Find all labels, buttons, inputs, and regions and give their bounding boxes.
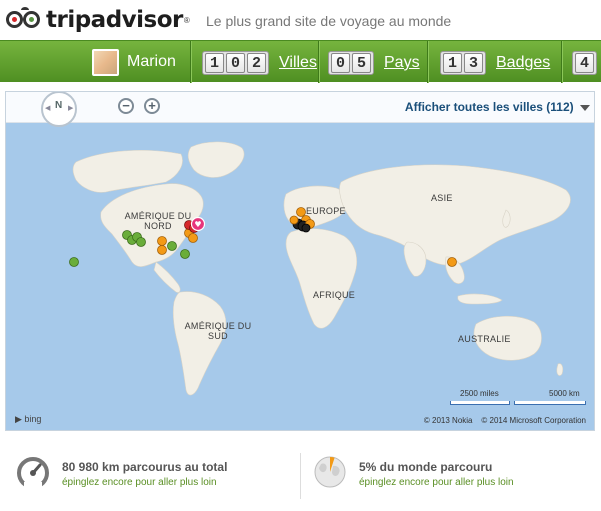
user-profile[interactable]: Marion bbox=[92, 47, 176, 77]
owl-icon bbox=[6, 7, 44, 33]
copyright-microsoft: © 2014 Microsoft Corporation bbox=[481, 416, 586, 425]
world-map[interactable]: ♥ bbox=[6, 92, 595, 431]
stat-countries[interactable]: 0 5 Pays bbox=[328, 50, 420, 76]
scale-km: 5000 km bbox=[549, 389, 580, 398]
world-percent-stat: 5% du monde parcouru épinglez encore pou… bbox=[313, 448, 598, 498]
south-america-landmass bbox=[172, 291, 227, 396]
map-toolbar: N ◀ ▶ − + Afficher toutes les villes (11… bbox=[6, 92, 594, 127]
divider bbox=[190, 41, 191, 83]
travel-map[interactable]: ♥ AMÉRIQUE DU NORD EUROPE ASIE AFRIQUE A… bbox=[5, 91, 595, 431]
indonesia-landmass bbox=[457, 293, 503, 305]
label-africa: AFRIQUE bbox=[313, 290, 356, 300]
footer-divider bbox=[300, 453, 301, 499]
distance-total: 80 980 km parcourus au total bbox=[62, 460, 228, 474]
zoom-out-button[interactable]: − bbox=[118, 98, 134, 114]
counter-digit: 1 bbox=[205, 53, 224, 73]
map-pin-green bbox=[180, 249, 190, 259]
label-australia: AUSTRALIE bbox=[458, 334, 511, 344]
map-pin-orange bbox=[157, 236, 167, 246]
avatar[interactable] bbox=[92, 48, 119, 76]
countries-link[interactable]: Pays bbox=[384, 54, 420, 72]
asia-landmass bbox=[339, 164, 571, 266]
counter-digit: 0 bbox=[226, 53, 245, 73]
map-pin-green bbox=[69, 257, 79, 267]
badges-link[interactable]: Badges bbox=[496, 54, 550, 72]
divider bbox=[318, 41, 319, 83]
label-asia: ASIE bbox=[431, 193, 453, 203]
stat-more[interactable]: 4 bbox=[572, 50, 597, 76]
map-copyright: © 2013 Nokia © 2014 Microsoft Corporatio… bbox=[424, 416, 586, 425]
tripadvisor-logo[interactable]: tripadvisor ® bbox=[6, 5, 190, 35]
counter-digit: 1 bbox=[443, 53, 462, 73]
counter-digit: 3 bbox=[464, 53, 483, 73]
world-percent-cta[interactable]: épinglez encore pour aller plus loin bbox=[359, 477, 514, 488]
globe-percent-icon bbox=[314, 456, 346, 488]
map-pin-green bbox=[136, 237, 146, 247]
registered-mark: ® bbox=[183, 15, 190, 25]
counter-digit: 4 bbox=[575, 53, 594, 73]
map-pin-home bbox=[301, 223, 311, 233]
pan-left-icon[interactable]: ◀ bbox=[45, 104, 50, 112]
map-pin-orange bbox=[188, 233, 198, 243]
countries-counter: 0 5 bbox=[328, 51, 374, 75]
travel-stats-bar: Marion 1 0 2 Villes 0 5 Pays 1 3 Badges … bbox=[0, 40, 601, 83]
bing-label: bing bbox=[24, 414, 42, 424]
distance-stat: 80 980 km parcourus au total épinglez en… bbox=[16, 448, 296, 498]
stat-cities[interactable]: 1 0 2 Villes bbox=[202, 50, 317, 76]
africa-landmass bbox=[285, 228, 357, 329]
label-europe: EUROPE bbox=[306, 206, 346, 216]
compass-control[interactable]: N ◀ ▶ bbox=[37, 92, 81, 127]
label-south-america: AMÉRIQUE DU SUD bbox=[184, 321, 252, 341]
tagline: Le plus grand site de voyage au monde bbox=[206, 13, 452, 29]
pan-right-icon[interactable]: ▶ bbox=[68, 104, 73, 112]
central-america-landmass bbox=[153, 261, 181, 293]
logo-text: tripadvisor bbox=[46, 7, 183, 33]
map-pin-orange bbox=[289, 215, 299, 225]
stat-badges[interactable]: 1 3 Badges bbox=[440, 50, 550, 76]
scale-bar-km bbox=[514, 401, 586, 405]
greenland-landmass bbox=[187, 141, 245, 178]
cities-count: (112) bbox=[546, 100, 574, 114]
cities-link[interactable]: Villes bbox=[279, 54, 317, 72]
new-zealand-landmass bbox=[556, 363, 564, 376]
cities-counter: 1 0 2 bbox=[202, 51, 269, 75]
map-pin-orange bbox=[296, 207, 306, 217]
map-pin-green bbox=[167, 241, 177, 251]
show-all-cities-label: Afficher toutes les villes bbox=[404, 100, 543, 114]
badges-counter: 1 3 bbox=[440, 51, 486, 75]
username[interactable]: Marion bbox=[127, 53, 176, 71]
label-north-america: AMÉRIQUE DU NORD bbox=[124, 211, 192, 231]
speedometer-icon bbox=[17, 457, 49, 488]
copyright-nokia: © 2013 Nokia bbox=[423, 416, 473, 425]
counter-digit: 0 bbox=[331, 53, 350, 73]
site-header: tripadvisor ® Le plus grand site de voya… bbox=[0, 0, 601, 40]
chevron-down-icon bbox=[580, 104, 590, 111]
distance-cta[interactable]: épinglez encore pour aller plus loin bbox=[62, 477, 217, 488]
counter-digit: 2 bbox=[247, 53, 266, 73]
map-pin-orange bbox=[157, 245, 167, 255]
divider bbox=[427, 41, 428, 83]
counter-digit: 5 bbox=[352, 53, 371, 73]
bing-logo: ▶ bing bbox=[15, 414, 42, 424]
scale-bar-miles bbox=[450, 401, 510, 405]
world-percent-total: 5% du monde parcouru bbox=[359, 460, 493, 474]
zoom-in-button[interactable]: + bbox=[144, 98, 160, 114]
divider bbox=[561, 41, 562, 83]
more-counter: 4 bbox=[572, 51, 597, 75]
map-pin-orange[interactable] bbox=[447, 257, 457, 267]
scale-miles: 2500 miles bbox=[460, 389, 499, 398]
show-all-cities-dropdown[interactable]: Afficher toutes les villes (112) bbox=[405, 100, 590, 114]
compass-north-label: N bbox=[55, 100, 63, 111]
